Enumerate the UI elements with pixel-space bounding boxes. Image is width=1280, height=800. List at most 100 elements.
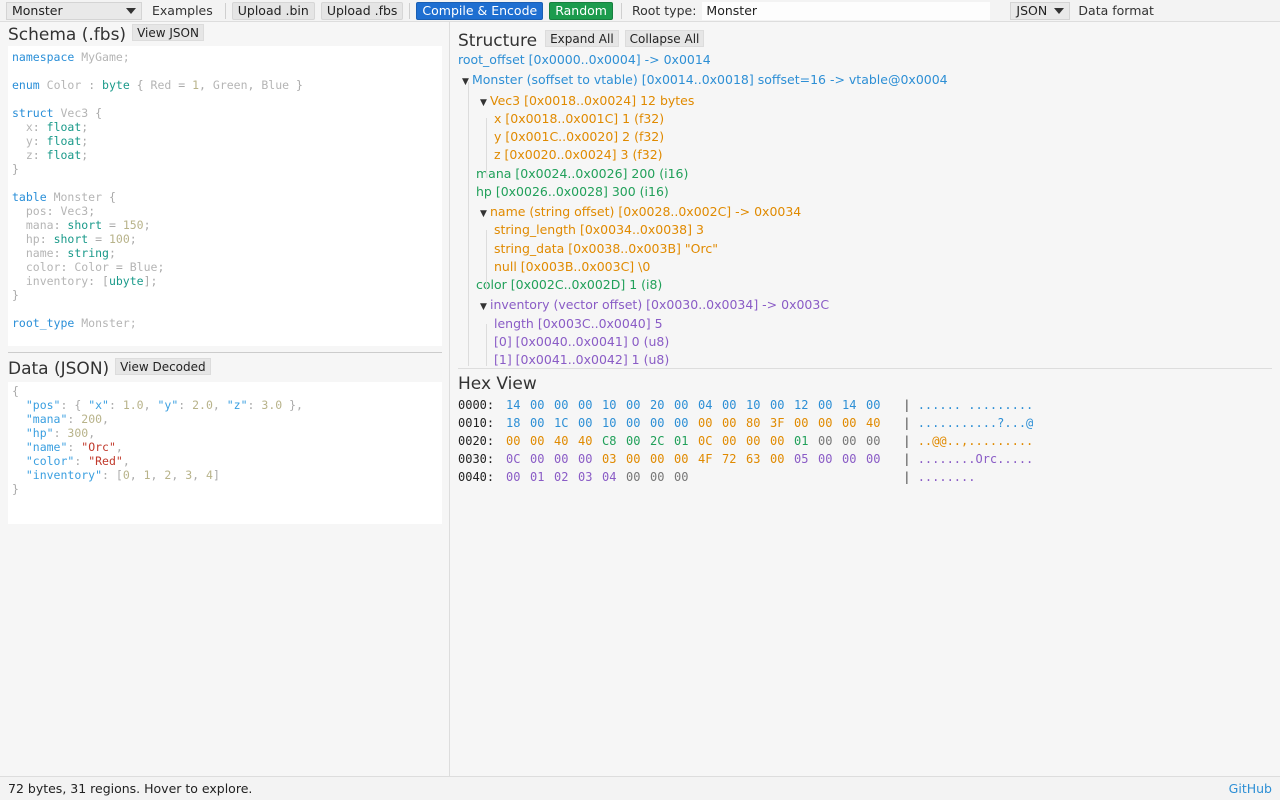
hex-byte[interactable]: 00 xyxy=(842,434,866,448)
tree-node[interactable]: ▼ name (string offset) [0x0028..0x002C] -… xyxy=(480,204,801,219)
hex-byte[interactable]: 80 xyxy=(746,416,770,430)
hex-byte[interactable]: 00 xyxy=(722,398,746,412)
tree-node[interactable]: root_offset [0x0000..0x0004] -> 0x0014 xyxy=(458,52,711,67)
github-link[interactable]: GitHub xyxy=(1229,781,1272,796)
hex-byte[interactable]: 00 xyxy=(698,416,722,430)
hex-byte[interactable]: 00 xyxy=(674,470,698,484)
schema-select[interactable]: Monster xyxy=(6,1,142,20)
hex-byte[interactable]: 10 xyxy=(602,416,626,430)
hex-byte[interactable]: 04 xyxy=(698,398,722,412)
hex-byte[interactable]: 00 xyxy=(530,434,554,448)
hex-byte[interactable]: 63 xyxy=(746,452,770,466)
hex-byte[interactable]: 1C xyxy=(554,416,578,430)
hex-byte[interactable]: 00 xyxy=(722,434,746,448)
hex-byte[interactable]: 40 xyxy=(578,434,602,448)
hex-byte[interactable]: 00 xyxy=(770,452,794,466)
hex-byte[interactable]: 00 xyxy=(554,398,578,412)
tree-node[interactable]: [1] [0x0041..0x0042] 1 (u8) xyxy=(494,352,669,366)
hex-byte[interactable]: 40 xyxy=(866,416,890,430)
tree-node[interactable]: [0] [0x0040..0x0041] 0 (u8) xyxy=(494,334,669,349)
hex-row[interactable]: 0030: 0C 00 00 00 03 00 00 00 4F 72 63 00 05 00 00 00 | … xyxy=(458,452,1033,466)
hex-byte[interactable]: 72 xyxy=(722,452,746,466)
hex-byte[interactable]: 00 xyxy=(866,434,890,448)
hex-byte[interactable]: 0C xyxy=(698,434,722,448)
hex-byte[interactable]: 00 xyxy=(674,452,698,466)
tree-node[interactable]: ▼ inventory (vector offset) [0x0030..0x00… xyxy=(480,297,829,312)
expand-toggle-icon[interactable]: ▼ xyxy=(462,77,472,87)
hex-byte[interactable]: 00 xyxy=(650,452,674,466)
random-button[interactable]: Random xyxy=(549,1,613,20)
tree-node[interactable]: color [0x002C..0x002D] 1 (i8) xyxy=(476,277,662,292)
hex-byte[interactable]: 0C xyxy=(506,452,530,466)
json-editor[interactable]: { "pos": { "x": 1.0, "y": 2.0, "z": 3.0 … xyxy=(8,382,442,524)
hex-byte[interactable]: 01 xyxy=(794,434,818,448)
hex-byte[interactable]: 00 xyxy=(626,398,650,412)
hex-byte[interactable]: 00 xyxy=(818,416,842,430)
view-json-button[interactable]: View JSON xyxy=(132,24,204,41)
tree-node[interactable]: hp [0x0026..0x0028] 300 (i16) xyxy=(476,184,669,199)
hex-byte[interactable]: 00 xyxy=(674,416,698,430)
examples-link[interactable]: Examples xyxy=(146,3,219,18)
view-decoded-button[interactable]: View Decoded xyxy=(115,358,211,375)
hex-byte[interactable]: 10 xyxy=(602,398,626,412)
hex-view[interactable]: 0000: 14 00 00 00 10 00 20 00 04 00 10 00 12 00 14 00 | … xyxy=(458,398,1272,498)
hex-byte[interactable]: 00 xyxy=(842,452,866,466)
hex-byte[interactable]: 00 xyxy=(866,398,890,412)
hex-byte[interactable]: 00 xyxy=(818,434,842,448)
hex-byte[interactable]: 00 xyxy=(506,434,530,448)
hex-byte[interactable]: 00 xyxy=(506,470,530,484)
tree-node[interactable]: string_data [0x0038..0x003B] "Orc" xyxy=(494,241,718,256)
hex-byte[interactable]: 05 xyxy=(794,452,818,466)
expand-all-button[interactable]: Expand All xyxy=(545,30,619,47)
hex-byte[interactable]: 14 xyxy=(842,398,866,412)
expand-toggle-icon[interactable]: ▼ xyxy=(480,98,490,108)
hex-byte[interactable]: 4F xyxy=(698,452,722,466)
hex-byte[interactable]: 00 xyxy=(530,398,554,412)
collapse-all-button[interactable]: Collapse All xyxy=(624,30,705,47)
hex-byte[interactable]: 2C xyxy=(650,434,674,448)
hex-byte[interactable]: 01 xyxy=(530,470,554,484)
hex-byte[interactable]: 00 xyxy=(842,416,866,430)
schema-editor[interactable]: namespace MyGame; enum Color : byte { Re… xyxy=(8,46,442,346)
hex-byte[interactable]: 10 xyxy=(746,398,770,412)
tree-node[interactable]: ▼ Vec3 [0x0018..0x0024] 12 bytes xyxy=(480,93,694,108)
root-type-input[interactable]: Monster xyxy=(702,1,991,20)
hex-byte[interactable]: 00 xyxy=(554,452,578,466)
hex-byte[interactable]: 14 xyxy=(506,398,530,412)
hex-byte[interactable]: 02 xyxy=(554,470,578,484)
hex-row[interactable]: 0040: 00 01 02 03 04 00 00 00 | ........ xyxy=(458,470,975,484)
expand-toggle-icon[interactable]: ▼ xyxy=(480,209,490,219)
hex-row[interactable]: 0020: 00 00 40 40 C8 00 2C 01 0C 00 00 00 01 00 00 00 | … xyxy=(458,434,1033,448)
hex-byte[interactable]: 00 xyxy=(818,452,842,466)
hex-byte[interactable]: 00 xyxy=(626,452,650,466)
hex-byte[interactable]: 00 xyxy=(626,470,650,484)
hex-byte[interactable]: 20 xyxy=(650,398,674,412)
hex-byte[interactable]: 00 xyxy=(722,416,746,430)
tree-node[interactable]: mana [0x0024..0x0026] 200 (i16) xyxy=(476,166,688,181)
tree-node[interactable]: y [0x001C..0x0020] 2 (f32) xyxy=(494,129,664,144)
hex-byte[interactable]: 00 xyxy=(530,452,554,466)
hex-row[interactable]: 0000: 14 00 00 00 10 00 20 00 04 00 10 00 12 00 14 00 | … xyxy=(458,398,1033,412)
hex-byte[interactable]: 01 xyxy=(674,434,698,448)
hex-byte[interactable]: 00 xyxy=(650,470,674,484)
hex-byte[interactable]: 00 xyxy=(578,398,602,412)
hex-byte[interactable]: 00 xyxy=(770,434,794,448)
hex-byte[interactable]: 00 xyxy=(770,398,794,412)
hex-byte[interactable]: 00 xyxy=(578,452,602,466)
upload-fbs-button[interactable]: Upload .fbs xyxy=(320,1,404,20)
upload-bin-button[interactable]: Upload .bin xyxy=(231,1,315,20)
hex-byte[interactable]: 00 xyxy=(794,416,818,430)
hex-byte[interactable]: 00 xyxy=(746,434,770,448)
expand-toggle-icon[interactable]: ▼ xyxy=(480,302,490,312)
hex-byte[interactable]: 00 xyxy=(626,434,650,448)
hex-byte[interactable]: 04 xyxy=(602,470,626,484)
tree-node[interactable]: string_length [0x0034..0x0038] 3 xyxy=(494,222,704,237)
hex-row[interactable]: 0010: 18 00 1C 00 10 00 00 00 00 00 80 3F 00 00 00 40 | … xyxy=(458,416,1033,430)
tree-node[interactable]: null [0x003B..0x003C] \0 xyxy=(494,259,650,274)
hex-byte[interactable]: 00 xyxy=(650,416,674,430)
hex-byte[interactable]: 03 xyxy=(602,452,626,466)
hex-byte[interactable]: 03 xyxy=(578,470,602,484)
tree-node[interactable]: length [0x003C..0x0040] 5 xyxy=(494,316,663,331)
hex-byte[interactable]: 12 xyxy=(794,398,818,412)
hex-byte[interactable]: 00 xyxy=(818,398,842,412)
